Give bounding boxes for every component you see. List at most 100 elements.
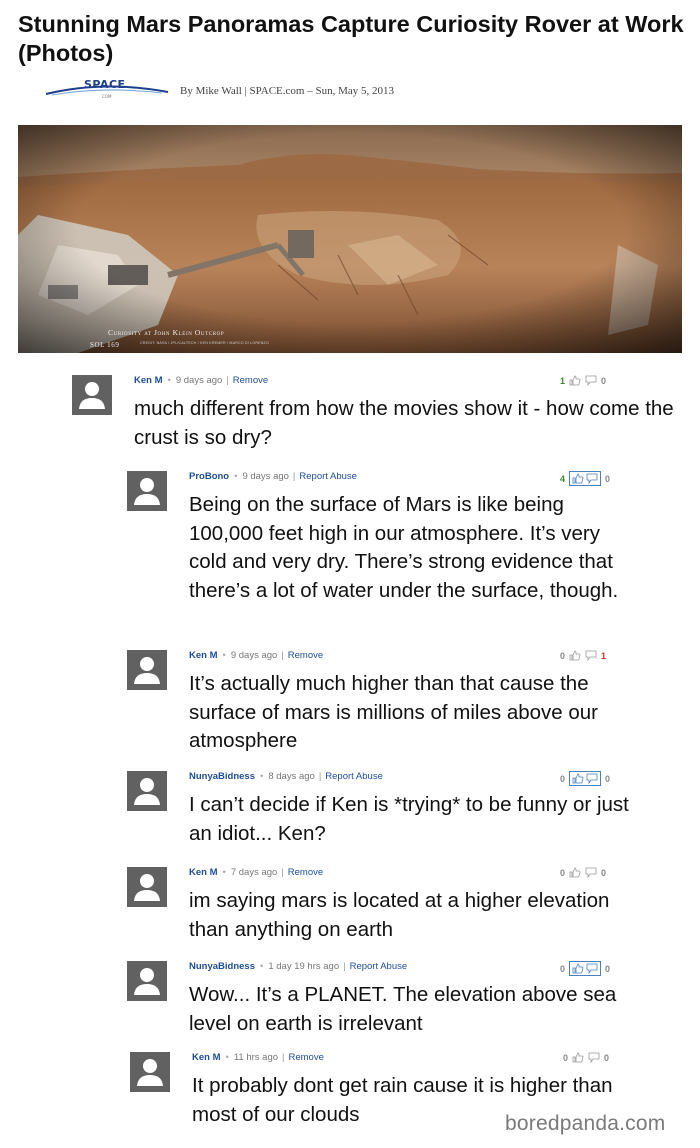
speech-bubble-icon[interactable]	[586, 473, 598, 484]
comment-text: I can’t decide if Ken is *trying* to be …	[189, 793, 629, 845]
meta-dot: •	[260, 961, 264, 972]
caption-credit: CREDIT: NASA / JPL/CALTECH / KEN KREMER …	[140, 341, 269, 345]
vote-box[interactable]	[569, 771, 602, 786]
meta-separator: |	[226, 375, 229, 386]
avatar[interactable]	[72, 375, 112, 415]
meta-dot: •	[234, 471, 238, 482]
comment-time: 7 days ago	[230, 867, 278, 878]
up-count: 0	[560, 867, 566, 878]
comment: NunyaBidness • 8 days ago | Report Abuse 0 0…	[127, 771, 647, 861]
comment-text: much different from how the movies show …	[134, 397, 674, 449]
comment: Ken M • 9 days ago | Remove 1 0 much differe…	[72, 375, 674, 455]
comment-time: 9 days ago	[175, 375, 223, 386]
comment-action[interactable]: Remove	[288, 867, 323, 878]
comment-action[interactable]: Remove	[233, 375, 268, 386]
speech-bubble-icon[interactable]	[585, 375, 597, 386]
comment-meta: ProBono • 9 days ago | Report Abuse	[189, 471, 357, 482]
comment-author[interactable]: Ken M	[189, 650, 218, 661]
comment-action[interactable]: Report Abuse	[299, 471, 357, 482]
comment-time: 1 day 19 hrs ago	[268, 961, 340, 972]
byline-row: SPACE COM By Mike Wall | SPACE.com – Sun…	[44, 76, 684, 106]
avatar[interactable]	[130, 1052, 170, 1092]
comment-author[interactable]: ProBono	[189, 471, 229, 482]
speech-bubble-icon[interactable]	[585, 867, 597, 878]
thumbs-up-icon[interactable]	[572, 963, 584, 974]
mars-panorama-image	[18, 125, 682, 353]
boredpanda-watermark: boredpanda.com	[505, 1112, 666, 1135]
comment-author[interactable]: Ken M	[189, 867, 218, 878]
down-count: 0	[605, 963, 611, 974]
user-silhouette-icon	[134, 778, 160, 805]
thumbs-up-icon[interactable]	[569, 650, 581, 661]
vote-controls: 4 0	[560, 471, 610, 486]
comment-meta: Ken M • 9 days ago | Remove	[189, 650, 323, 661]
avatar[interactable]	[127, 867, 167, 907]
meta-separator: |	[292, 471, 296, 482]
comment-meta: NunyaBidness • 8 days ago | Report Abuse	[189, 771, 383, 782]
comment-text: Being on the surface of Mars is like bei…	[189, 493, 619, 602]
comment-author[interactable]: Ken M	[192, 1052, 221, 1063]
avatar[interactable]	[127, 471, 167, 511]
space-com-logo[interactable]: SPACE COM	[44, 76, 170, 104]
meta-dot: •	[167, 375, 171, 386]
thumbs-up-icon[interactable]	[572, 773, 584, 784]
comment-author[interactable]: Ken M	[134, 375, 163, 386]
speech-bubble-icon[interactable]	[586, 773, 598, 784]
comment: NunyaBidness • 1 day 19 hrs ago | Report Abu…	[127, 961, 657, 1051]
comment: ProBono • 9 days ago | Report Abuse 4 0 Bein…	[127, 471, 647, 641]
speech-bubble-icon[interactable]	[586, 963, 598, 974]
comment-text: Wow... It’s a PLANET. The elevation abov…	[189, 983, 617, 1035]
user-silhouette-icon	[79, 382, 105, 409]
vote-controls: 0 0	[560, 771, 610, 786]
comment-author[interactable]: NunyaBidness	[189, 771, 255, 782]
thumbs-up-icon[interactable]	[572, 473, 584, 484]
meta-separator: |	[281, 867, 284, 878]
comment-time: 11 hrs ago	[233, 1052, 279, 1063]
vote-box[interactable]	[569, 961, 602, 976]
comment-action[interactable]: Remove	[288, 650, 323, 661]
vote-controls: 0 0	[560, 867, 606, 878]
thumbs-up-icon[interactable]	[569, 375, 581, 386]
meta-dot: •	[222, 650, 226, 661]
comment-action[interactable]: Report Abuse	[350, 961, 408, 972]
meta-dot: •	[260, 771, 264, 782]
logo-word: SPACE	[84, 78, 126, 91]
comment-author[interactable]: NunyaBidness	[189, 961, 255, 972]
comment-action[interactable]: Remove	[289, 1052, 324, 1063]
up-count: 4	[560, 473, 566, 484]
meta-separator: |	[281, 650, 284, 661]
vote-controls: 0 1	[560, 650, 606, 661]
comment-text: It’s actually much higher than that caus…	[189, 672, 599, 752]
vote-controls: 1 0	[560, 375, 606, 386]
comment-meta: Ken M • 7 days ago | Remove	[189, 867, 323, 878]
avatar[interactable]	[127, 961, 167, 1001]
caption-sol: SOL 169	[90, 341, 120, 349]
comment-text: im saying mars is located at a higher el…	[189, 889, 610, 941]
vote-box[interactable]	[569, 471, 602, 486]
comment-time: 8 days ago	[268, 771, 315, 782]
user-silhouette-icon	[137, 1059, 163, 1086]
meta-dot: •	[222, 867, 226, 878]
up-count: 1	[560, 375, 566, 386]
user-silhouette-icon	[134, 657, 160, 684]
speech-bubble-icon[interactable]	[585, 650, 597, 661]
down-count: 0	[604, 1052, 610, 1063]
speech-bubble-icon[interactable]	[588, 1052, 600, 1063]
comment-meta: Ken M • 9 days ago | Remove	[134, 375, 268, 386]
meta-separator: |	[343, 961, 346, 972]
thumbs-up-icon[interactable]	[569, 867, 581, 878]
avatar[interactable]	[127, 771, 167, 811]
comment-meta: NunyaBidness • 1 day 19 hrs ago | Report Abu…	[189, 961, 407, 972]
up-count: 0	[560, 773, 566, 784]
comment: Ken M • 9 days ago | Remove 0 1 It’s actuall…	[127, 650, 647, 760]
comment-action[interactable]: Report Abuse	[325, 771, 383, 782]
user-silhouette-icon	[134, 968, 160, 995]
thumbs-up-icon[interactable]	[572, 1052, 584, 1063]
logo-sub: COM	[102, 94, 112, 99]
comment-time: 9 days ago	[230, 650, 278, 661]
down-count: 0	[601, 867, 607, 878]
down-count: 0	[601, 375, 607, 386]
vote-controls: 0 0	[560, 961, 610, 976]
down-count: 0	[605, 473, 611, 484]
avatar[interactable]	[127, 650, 167, 690]
